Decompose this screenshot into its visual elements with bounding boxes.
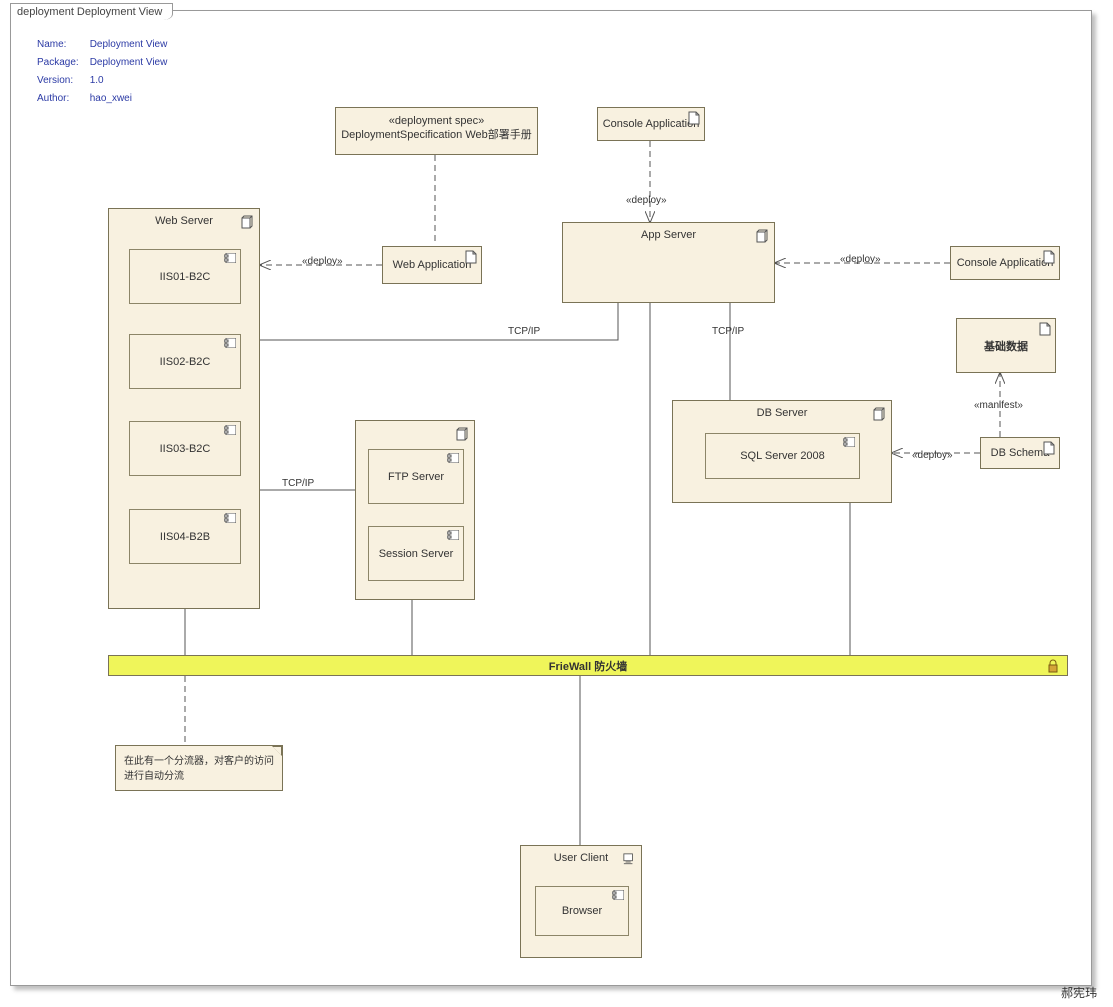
deploy-label-dbschema: «deploy» (912, 450, 953, 461)
iis02[interactable]: IIS02-B2C (129, 334, 241, 389)
frame-title: deployment Deployment View (17, 6, 162, 18)
iis01[interactable]: IIS01-B2C (129, 249, 241, 304)
note-text: 在此有一个分流器，对客户的访问进行自动分流 (124, 756, 274, 782)
iis03-label: IIS03-B2C (160, 443, 211, 455)
ftp-server[interactable]: FTP Server (368, 449, 464, 504)
artifact-icon (465, 250, 477, 264)
firewall[interactable]: FrieWall 防火墙 (108, 655, 1068, 676)
ftp-server-label: FTP Server (388, 471, 444, 483)
base-data-label: 基础数据 (984, 338, 1028, 354)
iis02-label: IIS02-B2C (160, 356, 211, 368)
base-data[interactable]: 基础数据 (956, 318, 1056, 373)
iis04[interactable]: IIS04-B2B (129, 509, 241, 564)
artifact-icon (1039, 322, 1051, 336)
console-app-right[interactable]: Console Application (950, 246, 1060, 280)
node-icon (873, 407, 885, 421)
tcpip-label-3: TCP/IP (282, 478, 314, 489)
tcpip-label-2: TCP/IP (712, 326, 744, 337)
node-icon (456, 427, 468, 441)
component-icon (447, 453, 459, 463)
component-icon (612, 890, 624, 900)
firewall-label: FrieWall 防火墙 (549, 658, 627, 674)
browser-label: Browser (562, 905, 602, 917)
sql-server-label: SQL Server 2008 (740, 450, 825, 462)
meta-name-value: Deployment View (89, 37, 176, 53)
meta-version-value: 1.0 (89, 73, 176, 89)
web-server-node[interactable]: Web Server IIS01-B2C IIS02-B2C IIS03-B2C… (108, 208, 260, 609)
tcpip-label-1: TCP/IP (508, 326, 540, 337)
console-app-top-label: Console Application (603, 118, 700, 130)
iis03[interactable]: IIS03-B2C (129, 421, 241, 476)
db-schema-label: DB Schema (991, 447, 1050, 459)
ftp-session-node[interactable]: FTP Server Session Server (355, 420, 475, 600)
user-client-node[interactable]: User Client Browser (520, 845, 642, 958)
frame-title-tab: deployment Deployment View (10, 3, 173, 20)
browser[interactable]: Browser (535, 886, 629, 936)
component-icon (224, 513, 236, 523)
component-icon (224, 253, 236, 263)
meta-version-label: Version: (36, 73, 87, 89)
console-app-top[interactable]: Console Application (597, 107, 705, 141)
meta-author-value: hao_xwei (89, 91, 176, 107)
meta-name-label: Name: (36, 37, 87, 53)
db-server-label: DB Server (673, 401, 891, 419)
deployment-spec-stereo: «deployment spec» (340, 114, 533, 128)
web-application[interactable]: Web Application (382, 246, 482, 284)
lock-icon (1047, 659, 1059, 673)
sql-server[interactable]: SQL Server 2008 (705, 433, 860, 479)
web-application-label: Web Application (393, 259, 472, 271)
meta-author-label: Author: (36, 91, 87, 107)
iis04-label: IIS04-B2B (160, 531, 210, 543)
db-server-node[interactable]: DB Server SQL Server 2008 (672, 400, 892, 503)
deployment-spec-name: DeploymentSpecification Web部署手册 (340, 128, 533, 142)
pc-icon (623, 852, 635, 866)
web-server-label: Web Server (109, 209, 259, 227)
node-icon (241, 215, 253, 229)
deploy-label-web: «deploy» (302, 256, 343, 267)
session-server-label: Session Server (379, 548, 454, 560)
artifact-icon (688, 111, 700, 125)
component-icon (224, 338, 236, 348)
artifact-icon (1043, 441, 1055, 455)
deployment-spec[interactable]: «deployment spec» DeploymentSpecificatio… (335, 107, 538, 155)
app-server-node[interactable]: App Server (562, 222, 775, 303)
author-mark: 郝宪玮 (1061, 984, 1097, 1001)
app-server-label: App Server (563, 223, 774, 241)
console-app-right-label: Console Application (957, 257, 1054, 269)
meta-block: Name:Deployment View Package:Deployment … (34, 35, 177, 109)
component-icon (447, 530, 459, 540)
meta-package-label: Package: (36, 55, 87, 71)
session-server[interactable]: Session Server (368, 526, 464, 581)
component-icon (843, 437, 855, 447)
manifest-label: «manifest» (974, 400, 1023, 411)
deploy-label-console1: «deploy» (626, 195, 667, 206)
deployment-spec-label: «deployment spec» DeploymentSpecificatio… (336, 108, 537, 148)
db-schema[interactable]: DB Schema (980, 437, 1060, 469)
iis01-label: IIS01-B2C (160, 271, 211, 283)
node-icon (756, 229, 768, 243)
meta-package-value: Deployment View (89, 55, 176, 71)
component-icon (224, 425, 236, 435)
note[interactable]: 在此有一个分流器，对客户的访问进行自动分流 (115, 745, 283, 791)
artifact-icon (1043, 250, 1055, 264)
deploy-label-console2: «deploy» (840, 254, 881, 265)
